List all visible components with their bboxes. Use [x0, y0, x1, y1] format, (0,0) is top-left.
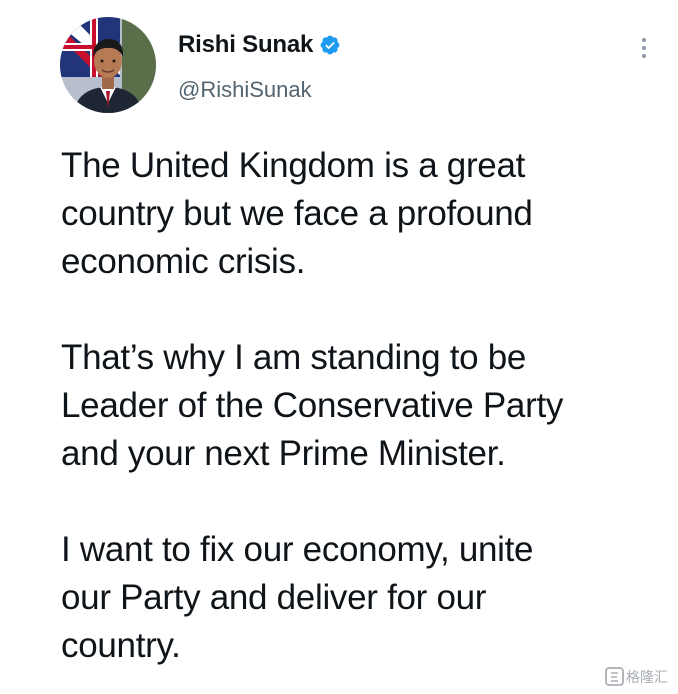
more-options-button[interactable]: [634, 36, 654, 60]
tweet-paragraph: That’s why I am standing to be Leader of…: [61, 338, 564, 473]
watermark-text: 格隆汇: [626, 670, 668, 686]
more-vertical-icon: [642, 38, 646, 58]
tweet-card: Rishi Sunak @RishiSunak The United Kingd…: [0, 0, 678, 694]
watermark-logo: 格隆汇: [605, 666, 675, 688]
tweet-paragraph: The United Kingdom is a great country bu…: [61, 146, 533, 281]
author-handle[interactable]: @RishiSunak: [178, 76, 312, 104]
tweet-text: The United Kingdom is a great country bu…: [61, 142, 661, 670]
profile-photo-icon: [60, 17, 156, 113]
gelonghui-logo-icon: 格隆汇: [605, 667, 668, 686]
author-display-name[interactable]: Rishi Sunak: [178, 31, 313, 59]
author-name-row[interactable]: Rishi Sunak: [178, 30, 341, 60]
verified-badge-icon: [319, 34, 341, 56]
tweet-paragraph: I want to fix our economy, unite our Par…: [61, 530, 534, 665]
avatar[interactable]: [60, 17, 156, 113]
